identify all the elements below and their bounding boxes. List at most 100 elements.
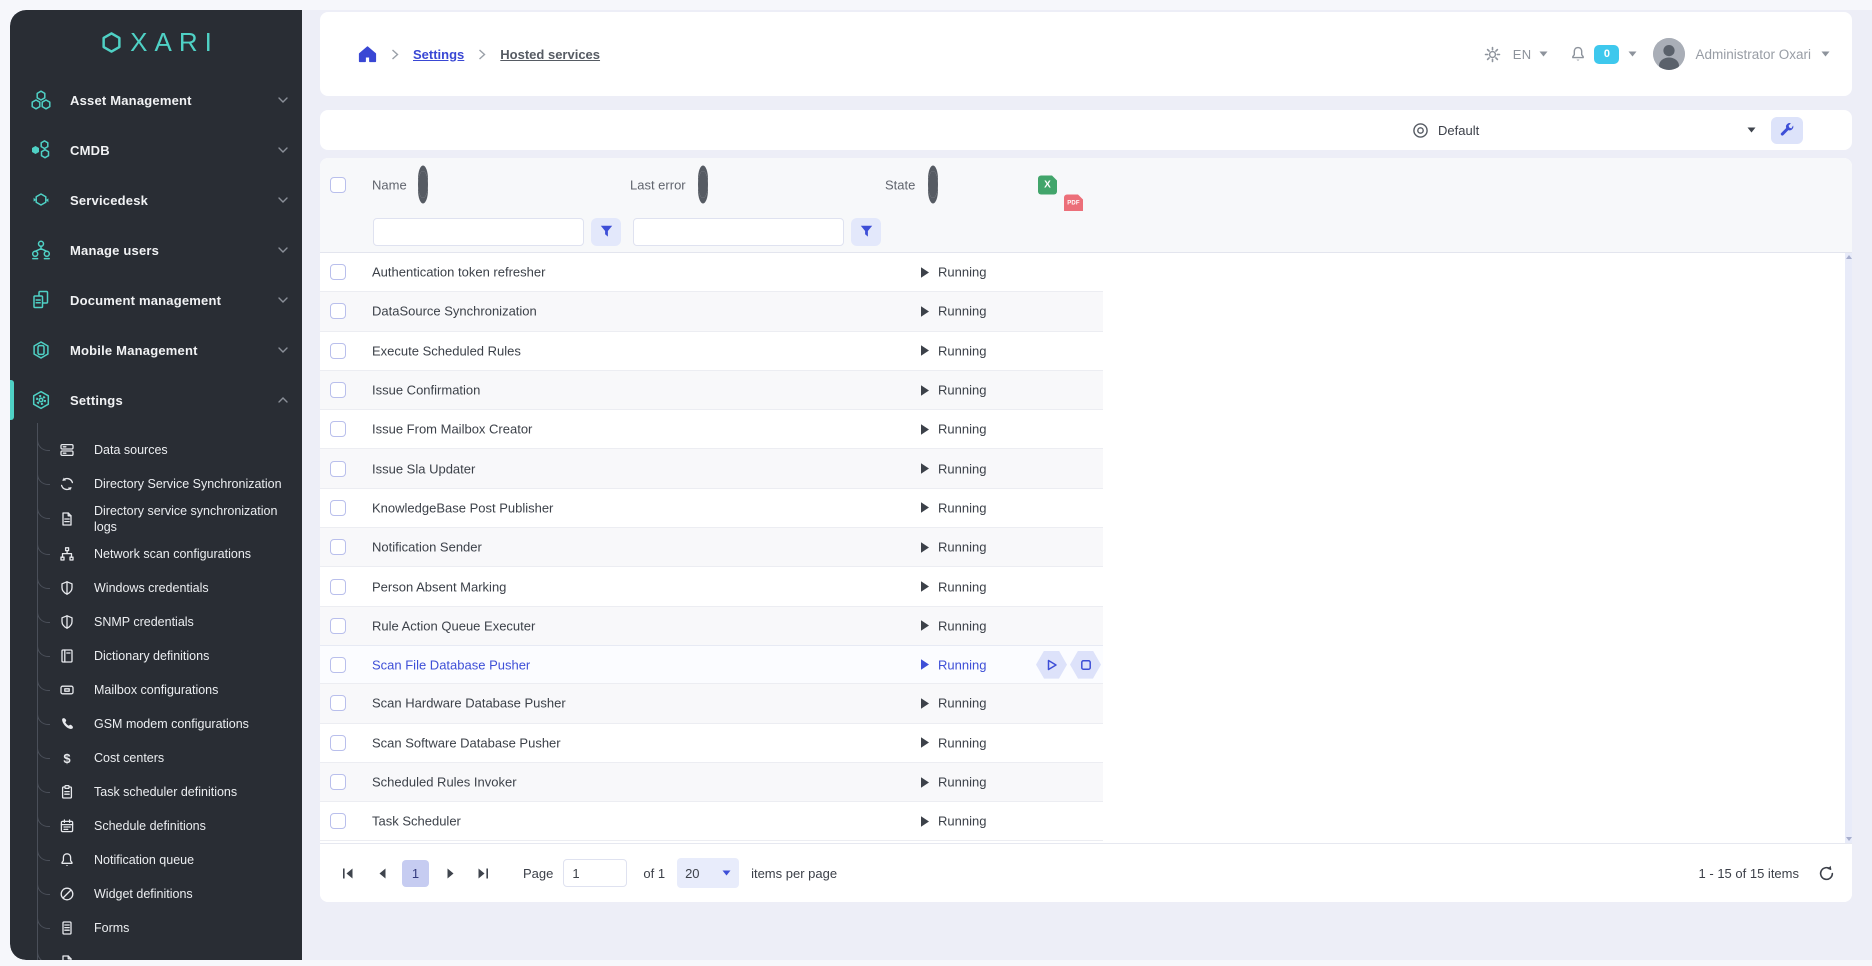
service-name[interactable]: Person Absent Marking (372, 579, 506, 594)
sidebar-subitem-mailbox-configurations[interactable]: Mailbox configurations (10, 673, 302, 707)
grid-scrollbar[interactable] (1845, 253, 1852, 843)
column-menu-icon[interactable] (698, 176, 708, 194)
row-checkbox[interactable] (330, 264, 346, 280)
page-number-input[interactable] (563, 859, 627, 887)
service-name[interactable]: Issue Sla Updater (372, 461, 475, 476)
view-select-dropdown[interactable]: Default (1412, 122, 1756, 139)
export-excel-icon[interactable]: X (1038, 175, 1057, 194)
last-page-button[interactable] (473, 868, 493, 879)
sidebar-subitem-schedule-definitions[interactable]: Schedule definitions (10, 809, 302, 843)
table-row[interactable]: Issue From Mailbox CreatorRunning (320, 410, 1103, 449)
table-row[interactable]: Scheduled Rules InvokerRunning (320, 763, 1103, 802)
row-checkbox[interactable] (330, 774, 346, 790)
service-name[interactable]: Execute Scheduled Rules (372, 343, 521, 358)
sidebar-subitem-snmp-credentials[interactable]: SNMP credentials (10, 605, 302, 639)
service-name[interactable]: Issue From Mailbox Creator (372, 422, 532, 437)
scroll-up-icon[interactable] (1846, 255, 1852, 259)
table-row[interactable]: Execute Scheduled RulesRunning (320, 332, 1103, 371)
service-name[interactable]: Issue Confirmation (372, 383, 480, 398)
language-caret-icon[interactable] (1539, 51, 1548, 57)
sidebar-subitem-cost-centers[interactable]: $Cost centers (10, 741, 302, 775)
first-page-button[interactable] (338, 868, 358, 879)
sidebar-item-mobile-management[interactable]: Mobile Management (10, 325, 302, 375)
breadcrumb-current-page[interactable]: Hosted services (500, 47, 600, 62)
notification-count-badge[interactable]: 0 (1594, 45, 1619, 64)
notification-caret-icon[interactable] (1628, 51, 1637, 57)
service-name[interactable]: Scan Software Database Pusher (372, 735, 561, 750)
service-name[interactable]: Notification Sender (372, 540, 482, 555)
table-row[interactable]: DataSource SynchronizationRunning (320, 292, 1103, 331)
sidebar-item-cmdb[interactable]: CMDB (10, 125, 302, 175)
refresh-icon[interactable] (1816, 865, 1836, 882)
sidebar-subitem-dictionary-definitions[interactable]: Dictionary definitions (10, 639, 302, 673)
row-checkbox[interactable] (330, 539, 346, 555)
column-menu-icon[interactable] (928, 176, 938, 194)
row-checkbox[interactable] (330, 303, 346, 319)
row-checkbox[interactable] (330, 500, 346, 516)
row-checkbox[interactable] (330, 421, 346, 437)
table-row[interactable]: Task SchedulerRunning (320, 802, 1103, 841)
service-name[interactable]: Rule Action Queue Executer (372, 618, 535, 633)
user-name[interactable]: Administrator Oxari (1695, 47, 1811, 62)
service-name[interactable]: KnowledgeBase Post Publisher (372, 500, 553, 515)
breadcrumb-settings-link[interactable]: Settings (413, 47, 464, 62)
table-row[interactable]: Issue ConfirmationRunning (320, 371, 1103, 410)
sidebar-subitem-gsm-modem-configurations[interactable]: GSM modem configurations (10, 707, 302, 741)
current-page-button[interactable]: 1 (402, 860, 429, 887)
start-service-button[interactable] (1036, 651, 1067, 679)
table-row[interactable]: Scan Software Database PusherRunning (320, 724, 1103, 763)
table-row[interactable]: Person Absent MarkingRunning (320, 567, 1103, 606)
home-icon[interactable] (358, 45, 377, 63)
row-checkbox[interactable] (330, 695, 346, 711)
bell-icon[interactable] (1570, 46, 1586, 63)
kebab-menu-icon[interactable] (1824, 124, 1836, 136)
row-checkbox[interactable] (330, 461, 346, 477)
sidebar-subitem-windows-credentials[interactable]: Windows credentials (10, 571, 302, 605)
service-name[interactable]: Task Scheduler (372, 814, 461, 829)
column-menu-icon[interactable] (418, 176, 428, 194)
table-row[interactable]: KnowledgeBase Post PublisherRunning (320, 489, 1103, 528)
sidebar-item-document-management[interactable]: Document management (10, 275, 302, 325)
table-row[interactable]: Authentication token refresherRunning (320, 253, 1103, 292)
sidebar-item-asset-management[interactable]: Asset Management (10, 75, 302, 125)
row-checkbox[interactable] (330, 657, 346, 673)
service-name[interactable]: DataSource Synchronization (372, 304, 537, 319)
column-header-state[interactable]: State (885, 177, 915, 192)
sidebar-subitem-network-scan-configurations[interactable]: Network scan configurations (10, 537, 302, 571)
last-error-filter-button[interactable] (851, 218, 881, 246)
sidebar-item-settings[interactable]: Settings (10, 375, 302, 425)
row-checkbox[interactable] (330, 579, 346, 595)
name-filter-input[interactable] (373, 218, 584, 246)
name-filter-button[interactable] (591, 218, 621, 246)
table-row[interactable]: Scan Hardware Database PusherRunning (320, 684, 1103, 723)
last-error-filter-input[interactable] (633, 218, 844, 246)
select-all-checkbox[interactable] (330, 177, 346, 193)
language-selector[interactable]: EN (1513, 47, 1532, 62)
scroll-down-icon[interactable] (1846, 837, 1852, 841)
gear-icon[interactable] (1484, 46, 1501, 63)
sidebar-subitem-notification-queue[interactable]: Notification queue (10, 843, 302, 877)
row-checkbox[interactable] (330, 735, 346, 751)
row-checkbox[interactable] (330, 618, 346, 634)
sidebar-subitem-directory-service-synchronization-logs[interactable]: Directory service synchronization logs (10, 501, 302, 537)
previous-page-button[interactable] (372, 868, 392, 879)
table-row[interactable]: Rule Action Queue ExecuterRunning (320, 607, 1103, 646)
table-row[interactable]: Notification SenderRunning (320, 528, 1103, 567)
sidebar-subitem-widget-definitions[interactable]: Widget definitions (10, 877, 302, 911)
service-name[interactable]: Scheduled Rules Invoker (372, 775, 517, 790)
column-header-last-error[interactable]: Last error (630, 177, 686, 192)
service-name[interactable]: Scan File Database Pusher (372, 657, 530, 672)
stop-service-button[interactable] (1070, 651, 1101, 679)
settings-wrench-button[interactable] (1771, 117, 1803, 144)
sidebar-subitem-data-sources[interactable]: Data sources (10, 433, 302, 467)
sidebar-subitem-task-scheduler-definitions[interactable]: Task scheduler definitions (10, 775, 302, 809)
avatar[interactable] (1653, 38, 1685, 70)
sidebar-subitem-forms[interactable]: Forms (10, 911, 302, 945)
service-name[interactable]: Authentication token refresher (372, 265, 545, 280)
sidebar-subitem-clipped[interactable] (10, 945, 302, 960)
sidebar-item-manage-users[interactable]: Manage users (10, 225, 302, 275)
table-row[interactable]: Scan File Database PusherRunning (320, 645, 1103, 684)
sidebar-subitem-directory-service-synchronization[interactable]: Directory Service Synchronization (10, 467, 302, 501)
user-menu-caret-icon[interactable] (1821, 51, 1830, 57)
next-page-button[interactable] (441, 868, 461, 879)
